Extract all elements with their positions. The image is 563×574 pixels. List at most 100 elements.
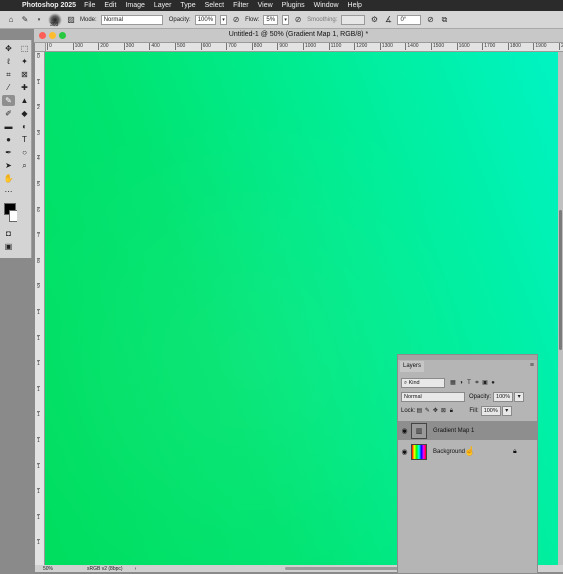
lock-transparent-icon[interactable]: ▤ [415, 407, 423, 415]
app-name-menu[interactable]: Photoshop 2025 [22, 2, 76, 9]
ruler-tick-label: 1 [37, 360, 40, 368]
menu-view[interactable]: View [258, 2, 273, 9]
document-tab-bar: Untitled-1 @ 50% (Gradient Map 1, RGB/8)… [34, 29, 563, 43]
ruler-tick-label: 4 [37, 155, 40, 163]
stamp-icon[interactable]: ▲ [18, 95, 31, 106]
layer-opacity-field[interactable]: 100% [493, 392, 514, 402]
mode-select[interactable]: Normal [100, 14, 163, 25]
gradient-icon[interactable]: ▬ [2, 121, 15, 132]
zoom-icon[interactable]: ⌕ [18, 160, 31, 171]
layer-thumbnail [411, 443, 427, 460]
screen-mode-icon[interactable]: ▣ [2, 241, 15, 252]
airbrush-icon[interactable]: ⊘ [293, 15, 303, 25]
ruler-origin[interactable] [35, 43, 46, 52]
menu-plugins[interactable]: Plugins [282, 2, 305, 9]
blend-mode-select[interactable]: Normal [401, 392, 465, 402]
type-icon[interactable]: T [18, 134, 31, 145]
flow-dropdown[interactable]: ▾ [282, 14, 290, 25]
menu-window[interactable]: Window [314, 2, 339, 9]
menu-filter[interactable]: Filter [233, 2, 249, 9]
filter-type-icon[interactable]: T [465, 379, 473, 387]
eye-icon[interactable]: ◉ [398, 427, 411, 435]
tab-layers[interactable]: Layers [400, 361, 425, 372]
symmetry-icon[interactable]: ⧉ [439, 15, 449, 25]
healing-icon[interactable]: ✚ [18, 82, 31, 93]
gear-icon[interactable]: ⚙ [369, 15, 379, 25]
filter-adjustment-icon[interactable]: ◑ [457, 379, 465, 387]
flow-label: Flow: [245, 16, 260, 23]
menu-help[interactable]: Help [348, 2, 362, 9]
more-tools-icon[interactable]: ⋯ [2, 186, 15, 197]
fill-field[interactable]: 100% [480, 406, 501, 416]
angle-field[interactable]: 0° [397, 14, 422, 25]
menu-layer[interactable]: Layer [154, 2, 172, 9]
crop-icon[interactable]: ⌗ [2, 69, 15, 80]
lock-artboard-icon[interactable]: ⊠ [439, 407, 447, 415]
fill-value: 100% [483, 408, 498, 414]
blend-mode-value: Normal [404, 394, 422, 400]
lock-icon: 🔒︎ [513, 447, 517, 455]
frame-icon[interactable]: ⊠ [18, 69, 31, 80]
vertical-ruler[interactable]: 0 1 2 3 4 5 6 7 8 9 1 1 1 1 1 1 1 1 1 1 [35, 43, 45, 565]
angle-icon[interactable]: ∡ [383, 15, 393, 25]
ruler-tick-label: 100 [72, 43, 83, 50]
move-icon[interactable]: ✥ [2, 43, 15, 54]
status-menu-icon[interactable]: › [135, 566, 137, 572]
lasso-icon[interactable]: ℓ [2, 56, 15, 67]
ruler-tick-label: 1 [37, 513, 40, 521]
menu-image[interactable]: Image [125, 2, 144, 9]
filter-kind-select[interactable]: ⌕ Kind [401, 378, 445, 388]
eraser-icon[interactable]: ◆ [18, 108, 31, 119]
opacity-label: Opacity: [168, 16, 191, 23]
brush-icon[interactable]: ✎ [2, 95, 15, 106]
vertical-scrollbar-thumb[interactable] [559, 210, 562, 350]
filter-shape-icon[interactable]: ⌗ [473, 379, 481, 387]
menu-select[interactable]: Select [205, 2, 224, 9]
filter-toggle-icon[interactable]: ● [489, 379, 497, 387]
zoom-level[interactable]: 50% [43, 566, 67, 572]
shape-icon[interactable]: ○ [18, 147, 31, 158]
lock-position-icon[interactable]: ✥ [431, 407, 439, 415]
filter-pixel-icon[interactable]: ▦ [449, 379, 457, 387]
menu-file[interactable]: File [84, 2, 95, 9]
ruler-tick-label: 500 [175, 43, 186, 50]
ruler-tick-label: 3 [37, 129, 40, 137]
quick-mask-icon[interactable]: ◘ [2, 228, 15, 239]
blur-icon[interactable]: ◐ [18, 121, 31, 132]
lock-pixels-icon[interactable]: ✎ [423, 407, 431, 415]
chevron-down-icon[interactable]: ▾ [34, 15, 44, 25]
pressure-opacity-icon[interactable]: ⊘ [231, 15, 241, 25]
layer-name: Background [433, 448, 466, 455]
marquee-icon[interactable]: ⬚ [18, 43, 31, 54]
brush-tool-preset-icon[interactable]: ✎ [20, 15, 30, 25]
opacity-field[interactable]: 100% [194, 14, 217, 25]
eyedropper-icon[interactable]: ⁄ [2, 82, 15, 93]
home-icon[interactable]: ⌂ [6, 15, 16, 25]
fill-dropdown[interactable]: ▾ [501, 406, 512, 416]
path-select-icon[interactable]: ➤ [2, 160, 15, 171]
history-brush-icon[interactable]: ✐ [2, 108, 15, 119]
pressure-size-icon[interactable]: ⊘ [425, 15, 435, 25]
brush-settings-icon[interactable]: ▨ [66, 15, 76, 25]
filter-smart-object-icon[interactable]: ▣ [481, 379, 489, 387]
horizontal-ruler[interactable]: 0 100 200 300 400 500 600 700 800 900 1000 1100 1200… [45, 43, 563, 52]
panel-drag-handle[interactable] [398, 355, 537, 360]
opacity-dropdown[interactable]: ▾ [514, 392, 525, 402]
lock-all-icon[interactable]: 🔒︎ [447, 407, 455, 415]
menu-edit[interactable]: Edit [104, 2, 116, 9]
magic-wand-icon[interactable]: ✦ [18, 56, 31, 67]
brush-preset-picker[interactable]: 303 [48, 12, 62, 28]
ruler-tick-label: 300 [123, 43, 135, 50]
eye-icon[interactable]: ◉ [398, 448, 411, 456]
ruler-tick-label: 900 [277, 43, 288, 50]
pen-icon[interactable]: ✒ [2, 147, 15, 158]
flow-field[interactable]: 5% [263, 14, 279, 25]
panel-menu-icon[interactable]: ≡ [530, 362, 534, 369]
menu-type[interactable]: Type [180, 2, 195, 9]
smoothing-field[interactable] [341, 14, 366, 25]
layer-row-background[interactable]: ◉ Background ☝ 🔒︎ [398, 442, 537, 461]
dodge-icon[interactable]: ● [2, 134, 15, 145]
opacity-dropdown[interactable]: ▾ [220, 14, 228, 25]
hand-icon[interactable]: ✋ [2, 173, 15, 184]
layer-row-gradient-map[interactable]: ◉ ▥ Gradient Map 1 [398, 421, 537, 440]
